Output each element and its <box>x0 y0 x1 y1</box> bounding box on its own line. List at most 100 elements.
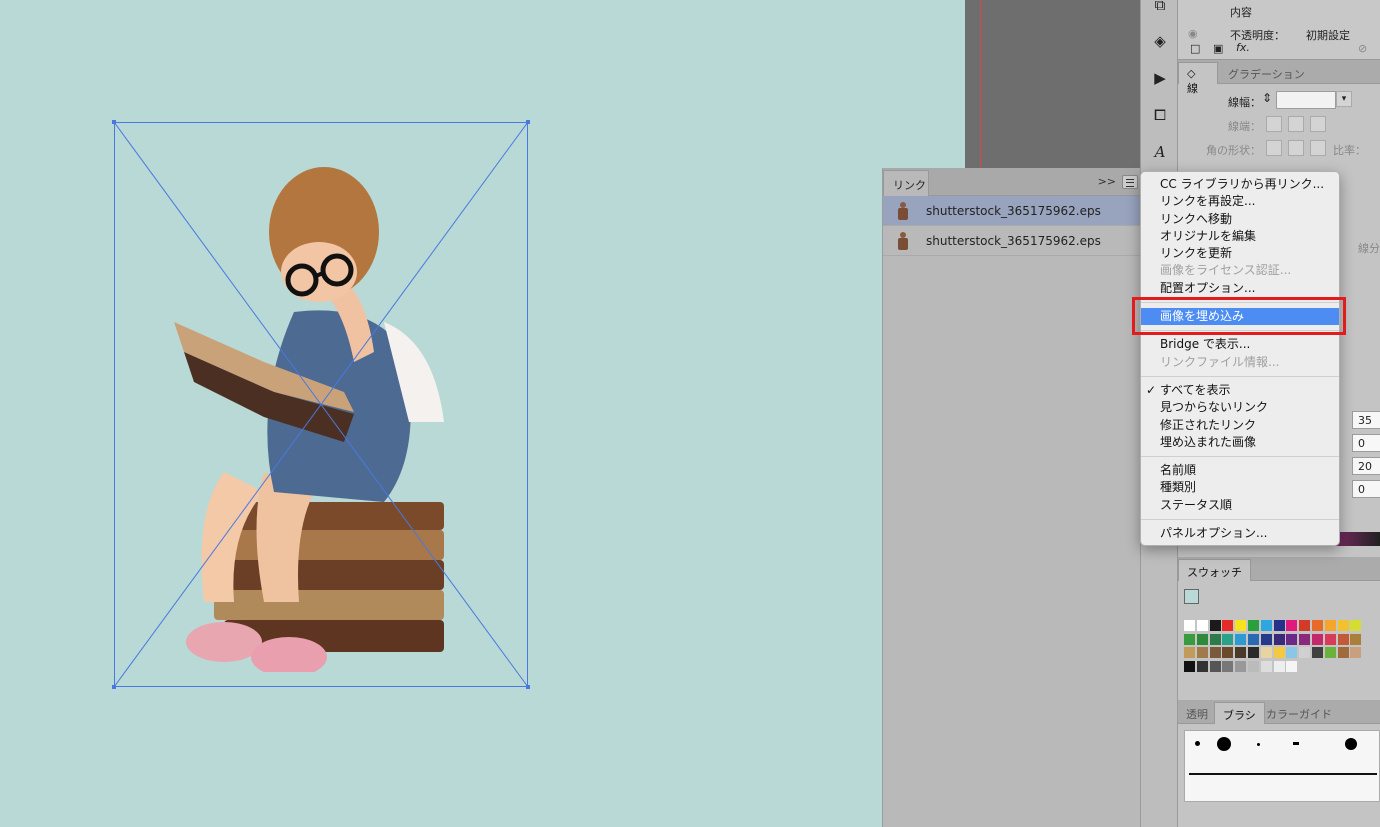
menu-item-sort-name[interactable]: 名前順 <box>1141 462 1339 479</box>
swatch[interactable] <box>1324 620 1336 631</box>
brush-dot-tiny[interactable] <box>1257 743 1260 746</box>
swatch[interactable] <box>1184 620 1195 631</box>
character-icon[interactable]: A <box>1149 141 1171 163</box>
swatch[interactable] <box>1248 633 1259 645</box>
swatch[interactable] <box>1209 660 1221 672</box>
brush-calligraphic[interactable] <box>1293 742 1299 745</box>
swatch[interactable] <box>1286 647 1298 658</box>
swatch[interactable] <box>1312 620 1323 631</box>
swatch[interactable] <box>1299 633 1311 645</box>
arrange-icon[interactable]: ⧉ <box>1149 0 1171 16</box>
swatch[interactable] <box>1286 620 1298 631</box>
swatch[interactable] <box>1337 647 1349 658</box>
menu-item-goto-link[interactable]: リンクへ移動 <box>1141 211 1339 228</box>
magenta-value[interactable]: 0 <box>1352 434 1380 452</box>
tab-swatches[interactable]: スウォッチ <box>1178 559 1251 581</box>
swatch[interactable] <box>1337 620 1349 631</box>
collapse-icon[interactable]: >> <box>1098 175 1116 188</box>
swatch[interactable] <box>1324 647 1336 658</box>
fx-button[interactable]: fx. <box>1236 41 1250 54</box>
menu-item-show-all[interactable]: ✓ すべてを表示 <box>1141 382 1339 399</box>
placed-image[interactable] <box>112 120 530 689</box>
brush-stroke-line[interactable] <box>1189 773 1377 775</box>
layers-icon[interactable]: ◈ <box>1149 30 1171 52</box>
swatch[interactable] <box>1196 620 1208 631</box>
swatch[interactable] <box>1235 660 1247 672</box>
brush-dot-medium[interactable] <box>1345 738 1357 750</box>
menu-item-placement-options[interactable]: 配置オプション... <box>1141 280 1339 297</box>
menu-item-sort-status[interactable]: ステータス順 <box>1141 497 1339 514</box>
swatch[interactable] <box>1196 660 1208 672</box>
yellow-value[interactable]: 20 <box>1352 457 1380 475</box>
corner-miter-button[interactable] <box>1266 140 1282 156</box>
cap-butt-button[interactable] <box>1266 116 1282 132</box>
menu-item-relink-cc[interactable]: CC ライブラリから再リンク... <box>1141 176 1339 193</box>
menu-item-edit-original[interactable]: オリジナルを編集 <box>1141 228 1339 245</box>
swatch[interactable] <box>1222 660 1234 672</box>
swatch[interactable] <box>1184 647 1195 658</box>
swatch[interactable] <box>1337 633 1349 645</box>
swatch[interactable] <box>1350 620 1362 631</box>
swatch[interactable] <box>1184 633 1195 645</box>
swatch[interactable] <box>1350 647 1362 658</box>
fill-swatch[interactable] <box>1184 589 1199 604</box>
opacity-value[interactable]: 初期設定 <box>1306 27 1350 43</box>
swatch[interactable] <box>1273 647 1285 658</box>
swatch[interactable] <box>1248 620 1259 631</box>
swatch[interactable] <box>1299 647 1311 658</box>
swatch[interactable] <box>1260 620 1272 631</box>
list-item[interactable]: shutterstock_365175962.eps <box>883 226 1140 256</box>
corner-bevel-button[interactable] <box>1310 140 1326 156</box>
menu-item-embedded-images[interactable]: 埋め込まれた画像 <box>1141 434 1339 451</box>
cap-round-button[interactable] <box>1288 116 1304 132</box>
menu-item-relink[interactable]: リンクを再設定... <box>1141 193 1339 210</box>
menu-item-update-link[interactable]: リンクを更新 <box>1141 245 1339 262</box>
swatch[interactable] <box>1273 633 1285 645</box>
swatch[interactable] <box>1299 620 1311 631</box>
artboards-icon[interactable]: ⧠ <box>1149 104 1171 126</box>
tab-color-guide[interactable]: カラーガイド <box>1258 702 1340 724</box>
tab-links[interactable]: リンク <box>883 170 929 196</box>
brush-dot-small[interactable] <box>1195 741 1200 746</box>
menu-item-reveal-bridge[interactable]: Bridge で表示... <box>1141 336 1339 353</box>
play-icon[interactable]: ▶ <box>1149 67 1171 89</box>
list-item[interactable]: shutterstock_365175962.eps <box>883 196 1140 226</box>
swatch[interactable] <box>1286 633 1298 645</box>
clear-icon[interactable]: ⊘ <box>1358 42 1367 55</box>
swatch[interactable] <box>1260 647 1272 658</box>
weight-input[interactable] <box>1276 91 1336 109</box>
swatch[interactable] <box>1235 647 1247 658</box>
tab-transparency[interactable]: 透明 <box>1178 702 1216 724</box>
swatch[interactable] <box>1235 633 1247 645</box>
menu-item-missing-links[interactable]: 見つからないリンク <box>1141 399 1339 416</box>
square-icon[interactable]: □ <box>1190 42 1200 55</box>
tab-stroke[interactable]: ◇ 線 <box>1178 62 1218 95</box>
swatch[interactable] <box>1196 633 1208 645</box>
swatch[interactable] <box>1260 633 1272 645</box>
tab-gradient[interactable]: グラデーション <box>1220 62 1313 84</box>
swatch[interactable] <box>1209 633 1221 645</box>
menu-item-sort-kind[interactable]: 種類別 <box>1141 479 1339 496</box>
brush-dot-large[interactable] <box>1217 737 1231 751</box>
cyan-value[interactable]: 35 <box>1352 411 1380 429</box>
swatch[interactable] <box>1260 660 1272 672</box>
swatch[interactable] <box>1248 647 1259 658</box>
fill-square-icon[interactable]: ▣ <box>1213 42 1223 55</box>
swatch[interactable] <box>1350 633 1362 645</box>
swatch[interactable] <box>1222 647 1234 658</box>
cap-square-button[interactable] <box>1310 116 1326 132</box>
swatch[interactable] <box>1222 633 1234 645</box>
swatch[interactable] <box>1312 647 1323 658</box>
swatch[interactable] <box>1222 620 1234 631</box>
corner-round-button[interactable] <box>1288 140 1304 156</box>
panel-menu-icon[interactable] <box>1122 175 1138 189</box>
swatch[interactable] <box>1209 620 1221 631</box>
black-value[interactable]: 0 <box>1352 480 1380 498</box>
artboard-canvas[interactable] <box>0 0 965 827</box>
swatch[interactable] <box>1273 660 1285 672</box>
menu-item-panel-options[interactable]: パネルオプション... <box>1141 525 1339 542</box>
swatch[interactable] <box>1196 647 1208 658</box>
stepper-icon[interactable]: ⇕ <box>1262 91 1272 105</box>
swatch[interactable] <box>1286 660 1298 672</box>
swatch[interactable] <box>1312 633 1323 645</box>
